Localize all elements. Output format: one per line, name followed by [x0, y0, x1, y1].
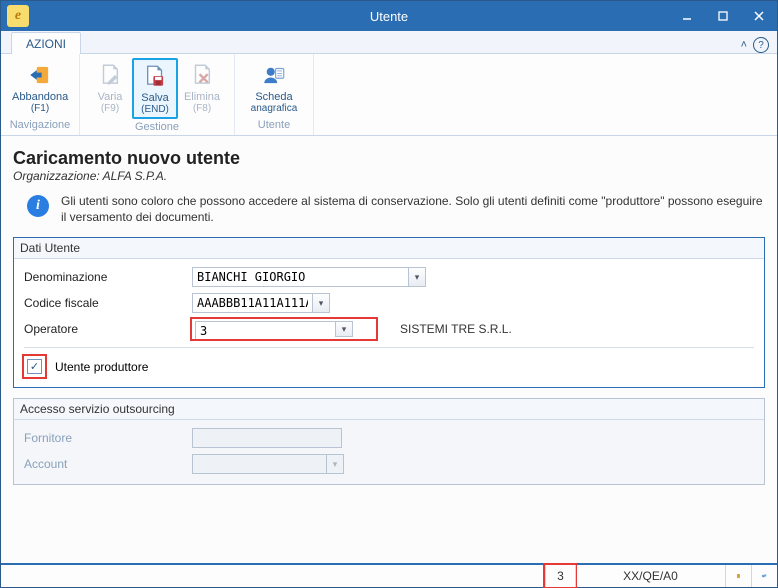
panel-outsourcing: Accesso servizio outsourcing Fornitore A… — [13, 398, 765, 485]
salva-button[interactable]: Salva (END) — [132, 58, 178, 119]
scheda-button[interactable]: Scheda anagrafica — [243, 58, 305, 117]
content: Caricamento nuovo utente Organizzazione:… — [1, 136, 777, 563]
abbandona-sub: (F1) — [12, 103, 68, 114]
ribbon-body: Abbandona (F1) Navigazione — [1, 53, 777, 135]
status-trash-icon[interactable] — [725, 565, 751, 587]
fornitore-label: Fornitore — [24, 431, 184, 445]
varia-sub: (F9) — [91, 103, 129, 114]
operatore-input[interactable] — [195, 321, 335, 341]
denominazione-label: Denominazione — [24, 270, 184, 284]
account-combo: ▾ — [192, 454, 344, 474]
minimize-button[interactable] — [669, 1, 705, 31]
panel-outsourcing-title: Accesso servizio outsourcing — [14, 399, 764, 420]
salva-sub: (END) — [136, 104, 174, 115]
info-banner: i Gli utenti sono coloro che possono acc… — [13, 193, 765, 225]
divider — [24, 347, 754, 348]
maximize-button[interactable] — [705, 1, 741, 31]
chevron-down-icon[interactable]: ▾ — [312, 293, 330, 313]
ribbon-tab-azioni[interactable]: AZIONI — [11, 32, 81, 54]
ribbon-tabs: AZIONI ˄ ? — [1, 31, 777, 53]
ribbon-group-utente-label: Utente — [243, 119, 305, 131]
status-code: XX/QE/A0 — [575, 565, 725, 587]
panel-dati-utente: Dati Utente Denominazione ▾ Codice fisca… — [13, 237, 765, 388]
utente-produttore-checkbox[interactable]: ✓ — [27, 359, 42, 374]
ribbon: AZIONI ˄ ? Abband — [1, 31, 777, 136]
elimina-button: Elimina (F8) — [178, 58, 226, 119]
chevron-down-icon[interactable]: ▾ — [408, 267, 426, 287]
scheda-sub: anagrafica — [246, 103, 302, 114]
status-windows-icon[interactable] — [751, 565, 777, 587]
account-label: Account — [24, 457, 184, 471]
ribbon-group-navigazione-label: Navigazione — [9, 119, 71, 131]
elimina-sub: (F8) — [181, 103, 223, 114]
exit-icon — [12, 62, 68, 90]
ribbon-group-utente: Scheda anagrafica Utente — [235, 54, 314, 135]
status-bar: 3 XX/QE/A0 — [1, 563, 777, 587]
codfisc-input[interactable] — [192, 293, 312, 313]
ribbon-collapse-icon[interactable]: ˄ — [741, 39, 747, 51]
title-bar: e Utente — [1, 1, 777, 31]
app-icon: e — [7, 5, 29, 27]
codfisc-combo[interactable]: ▾ — [192, 293, 330, 313]
varia-label: Varia — [91, 91, 129, 103]
info-icon: i — [27, 195, 49, 217]
ribbon-group-navigazione: Abbandona (F1) Navigazione — [1, 54, 80, 135]
varia-button: Varia (F9) — [88, 58, 132, 119]
abbandona-label: Abbandona — [12, 91, 68, 103]
operatore-desc: SISTEMI TRE S.R.L. — [400, 322, 512, 336]
help-icon[interactable]: ? — [753, 37, 769, 53]
codfisc-label: Codice fiscale — [24, 296, 184, 310]
operatore-combo[interactable]: ▾ — [192, 319, 376, 339]
user-card-icon — [246, 62, 302, 90]
page-subtitle: Organizzazione: ALFA S.P.A. — [13, 169, 765, 183]
ribbon-group-gestione-label: Gestione — [88, 121, 226, 133]
panel-dati-utente-title: Dati Utente — [14, 238, 764, 259]
close-button[interactable] — [741, 1, 777, 31]
chevron-down-icon[interactable]: ▾ — [335, 321, 353, 337]
elimina-label: Elimina — [181, 91, 223, 103]
scheda-label: Scheda — [246, 91, 302, 103]
edit-icon — [91, 62, 129, 90]
info-text: Gli utenti sono coloro che possono acced… — [61, 193, 765, 225]
denominazione-combo[interactable]: ▾ — [192, 267, 426, 287]
ribbon-group-gestione: Varia (F9) Sa — [80, 54, 235, 135]
fornitore-input — [192, 428, 342, 448]
window-title: Utente — [1, 9, 777, 24]
abbandona-button[interactable]: Abbandona (F1) — [9, 58, 71, 117]
salva-label: Salva — [136, 92, 174, 104]
denominazione-input[interactable] — [192, 267, 408, 287]
account-input — [192, 454, 326, 474]
window: e Utente AZIONI ˄ ? — [0, 0, 778, 588]
utente-produttore-label: Utente produttore — [55, 360, 148, 374]
status-page: 3 — [545, 565, 575, 587]
save-icon — [136, 63, 174, 91]
operatore-label: Operatore — [24, 322, 184, 336]
chevron-down-icon: ▾ — [326, 454, 344, 474]
page-title: Caricamento nuovo utente — [13, 148, 765, 169]
delete-icon — [181, 62, 223, 90]
window-buttons — [669, 1, 777, 31]
